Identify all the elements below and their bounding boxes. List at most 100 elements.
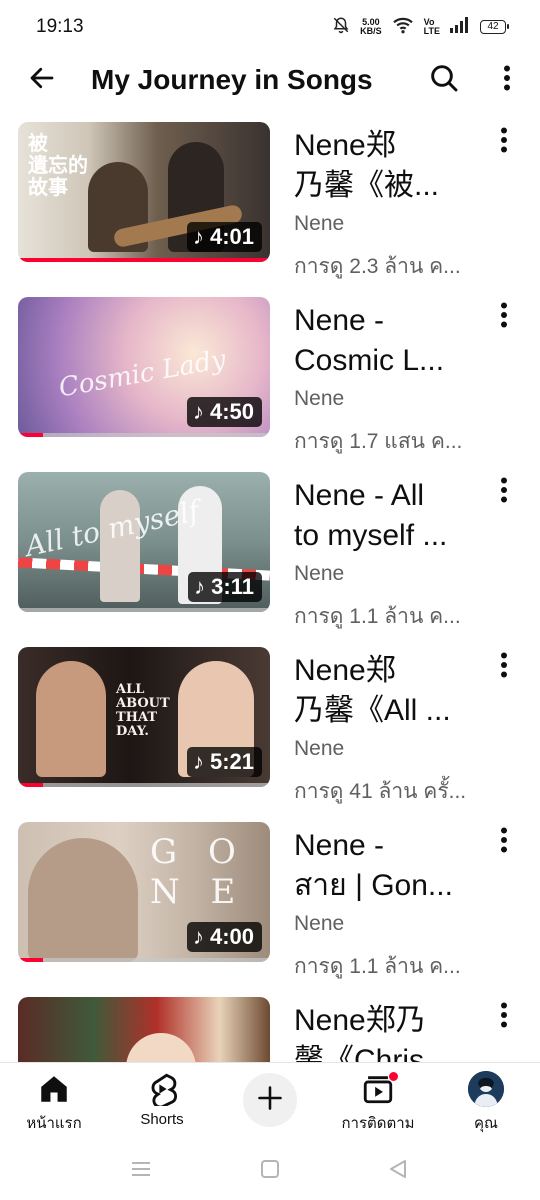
- video-thumbnail[interactable]: ALL ABOUT THAT DAY. ♪ 5:21: [18, 647, 270, 787]
- video-title[interactable]: Nene - สาย | Gon...: [294, 826, 478, 906]
- view-count: การดู 41 ล้าน ครั้...: [294, 780, 467, 803]
- music-note-icon: ♪: [192, 749, 204, 774]
- nav-shorts[interactable]: Shorts: [117, 1069, 207, 1139]
- thumbnail-figure: [36, 661, 106, 777]
- nav-shorts-label: Shorts: [140, 1111, 184, 1128]
- notification-dot: [388, 1071, 399, 1082]
- video-title[interactable]: Nene - All to myself ...: [294, 476, 478, 556]
- watch-progress-track: [18, 608, 270, 612]
- video-title[interactable]: Nene郑乃 馨《Chris...: [294, 1001, 478, 1063]
- status-bar: 19:13 5.00 KB/S Vo LTE 42: [0, 0, 540, 52]
- avatar: [468, 1071, 504, 1107]
- watch-progress-fill: [18, 958, 44, 962]
- home-icon: [37, 1069, 71, 1109]
- more-vert-icon: [500, 302, 508, 333]
- video-title-line: สาย | Gon...: [294, 869, 453, 902]
- watch-progress-track: [18, 433, 270, 437]
- video-list-item[interactable]: ALL ABOUT THAT DAY. ♪ 5:21 Nene郑 乃馨《All …: [0, 633, 540, 808]
- video-title-line: 馨《Chris...: [294, 1044, 450, 1063]
- video-duration: 3:11: [211, 574, 254, 599]
- thumbnail-caption: ALL ABOUT THAT DAY.: [116, 682, 170, 739]
- nav-home[interactable]: หน้าแรก: [9, 1069, 99, 1139]
- subscriptions-icon: [361, 1069, 399, 1109]
- channel-name: Nene: [294, 212, 345, 235]
- system-navigation-bar: [0, 1142, 540, 1200]
- video-action-menu-button[interactable]: [490, 124, 518, 160]
- video-action-menu-button[interactable]: [490, 824, 518, 860]
- video-duration: 5:21: [209, 749, 254, 774]
- video-list-item[interactable]: 被 遺忘的 故事 ♪ 4:01 Nene郑 乃馨《被... Nene การดู…: [0, 108, 540, 283]
- music-note-icon: ♪: [194, 574, 206, 599]
- music-note-icon: ♪: [192, 224, 204, 249]
- video-title-line: Nene郑: [294, 129, 396, 162]
- thumbnail-caption: 被 遺忘的 故事: [28, 131, 88, 199]
- view-count: การดู 2.3 ล้าน ค...: [294, 255, 461, 278]
- more-vert-icon: [500, 477, 508, 508]
- recents-button[interactable]: [126, 1156, 156, 1186]
- system-back-button[interactable]: [383, 1156, 413, 1186]
- video-title-line: 乃馨《被...: [294, 169, 440, 202]
- channel-name: Nene: [294, 737, 345, 760]
- video-thumbnail[interactable]: G O N E ♪ 4:00: [18, 822, 270, 962]
- shorts-icon: [146, 1069, 178, 1109]
- video-thumbnail[interactable]: 被 遺忘的 故事 ♪ 4:01: [18, 122, 270, 262]
- more-vert-icon: [500, 1002, 508, 1033]
- status-time: 19:13: [36, 16, 84, 37]
- video-title[interactable]: Nene - Cosmic L...: [294, 301, 478, 381]
- duration-badge: ♪ 4:50: [186, 397, 262, 427]
- watch-progress-fill: [18, 433, 44, 437]
- video-duration: 4:50: [209, 399, 254, 424]
- video-title[interactable]: Nene郑 乃馨《All ...: [294, 651, 478, 731]
- video-action-menu-button[interactable]: [490, 999, 518, 1035]
- channel-name: Nene: [294, 387, 345, 410]
- video-thumbnail[interactable]: [18, 997, 270, 1063]
- music-note-icon: ♪: [192, 924, 204, 949]
- more-vert-icon: [500, 127, 508, 158]
- video-action-menu-button[interactable]: [490, 474, 518, 510]
- system-home-button[interactable]: [255, 1156, 285, 1186]
- duration-badge: ♪ 4:01: [186, 222, 262, 252]
- search-icon: [428, 62, 460, 99]
- watch-progress-fill: [18, 783, 44, 787]
- thumbnail-figure: [28, 838, 138, 962]
- view-count: การดู 1.1 ล้าน ค...: [294, 605, 461, 628]
- watch-progress-track: [18, 958, 270, 962]
- battery-indicator: 42: [480, 20, 509, 34]
- nav-you-label: คุณ: [474, 1115, 498, 1132]
- video-list-item[interactable]: All to myself ♪ 3:11 Nene - All to mysel…: [0, 458, 540, 633]
- nav-subscriptions[interactable]: การติดตาม: [333, 1069, 423, 1139]
- more-options-button[interactable]: [492, 60, 522, 100]
- video-duration: 4:00: [209, 924, 254, 949]
- playlist-video-list[interactable]: 被 遺忘的 故事 ♪ 4:01 Nene郑 乃馨《被... Nene การดู…: [0, 108, 540, 1063]
- create-button[interactable]: [243, 1073, 297, 1127]
- menu-lines-icon: [130, 1160, 152, 1183]
- view-count: การดู 1.1 ล้าน ค...: [294, 955, 461, 978]
- video-action-menu-button[interactable]: [490, 649, 518, 685]
- video-title-line: 乃馨《All ...: [294, 694, 451, 727]
- thumbnail-caption: G O N E: [150, 832, 246, 912]
- nav-you-icon-wrap: [468, 1069, 504, 1109]
- duration-badge: ♪ 4:00: [186, 922, 262, 952]
- video-thumbnail[interactable]: Cosmic Lady ♪ 4:50: [18, 297, 270, 437]
- back-button[interactable]: [22, 60, 62, 100]
- more-vert-icon: [500, 827, 508, 858]
- video-title-line: Nene -: [294, 829, 385, 862]
- network-speed-unit: KB/S: [360, 26, 382, 36]
- video-thumbnail[interactable]: All to myself ♪ 3:11: [18, 472, 270, 612]
- search-button[interactable]: [424, 60, 464, 100]
- video-duration: 4:01: [209, 224, 254, 249]
- video-list-item[interactable]: Cosmic Lady ♪ 4:50 Nene - Cosmic L... Ne…: [0, 283, 540, 458]
- watch-progress-track: [18, 258, 270, 262]
- bottom-navigation-bar: หน้าแรก Shorts การติดตาม คุณ: [0, 1062, 540, 1142]
- watch-progress-fill: [18, 258, 270, 262]
- nav-subscriptions-label: การติดตาม: [341, 1115, 415, 1132]
- video-list-item[interactable]: Nene郑乃 馨《Chris...: [0, 983, 540, 1063]
- video-title[interactable]: Nene郑 乃馨《被...: [294, 126, 478, 206]
- wifi-icon: [392, 16, 414, 39]
- watch-progress-track: [18, 783, 270, 787]
- video-title-line: to myself ...: [294, 519, 448, 552]
- nav-you[interactable]: คุณ: [441, 1069, 531, 1139]
- volte-bottom: LTE: [423, 26, 440, 36]
- video-list-item[interactable]: G O N E ♪ 4:00 Nene - สาย | Gon... Nene …: [0, 808, 540, 983]
- video-action-menu-button[interactable]: [490, 299, 518, 335]
